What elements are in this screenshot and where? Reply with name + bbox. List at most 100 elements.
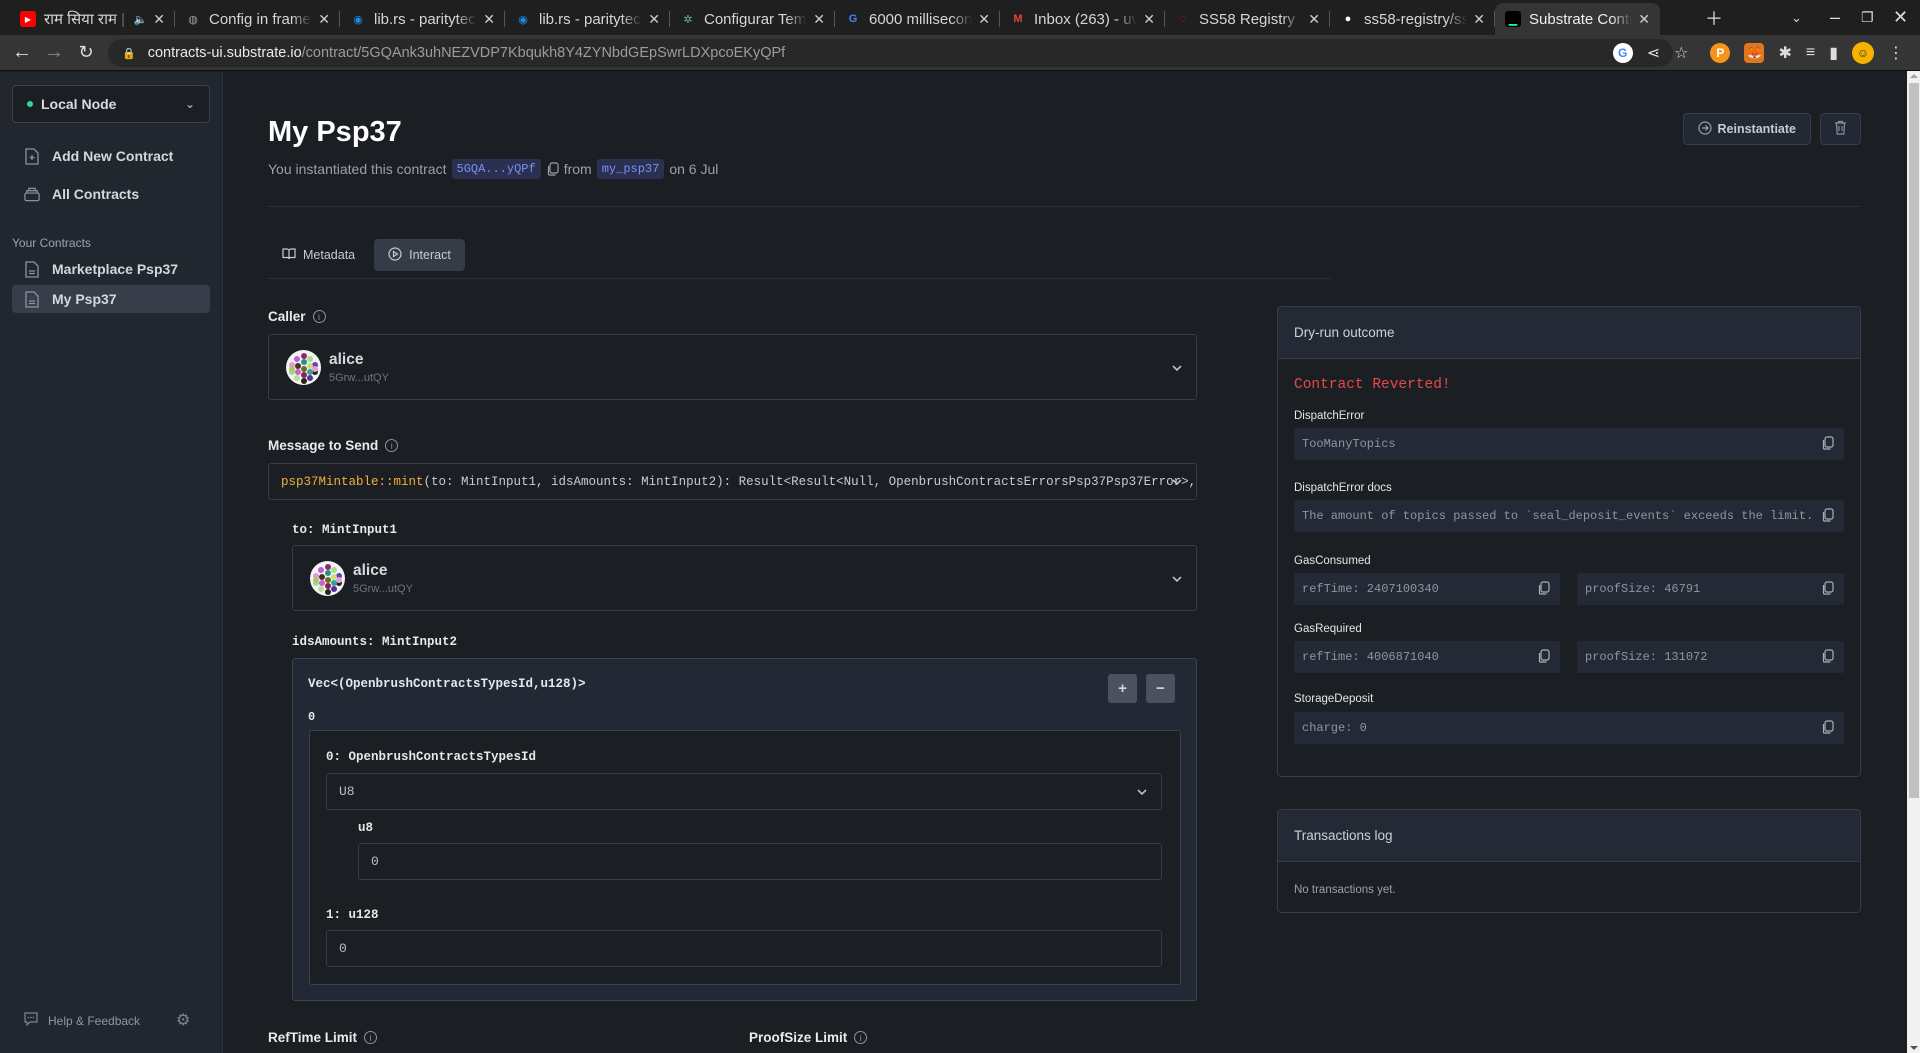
identicon-dot (307, 356, 313, 362)
bookmark-star-icon[interactable]: ☆ (1674, 43, 1688, 63)
help-feedback-link[interactable]: Help & Feedback (24, 1012, 140, 1029)
profile-avatar[interactable]: ☺ (1852, 42, 1874, 64)
close-tab-icon[interactable]: ✕ (1638, 11, 1650, 28)
identicon-dot (336, 576, 342, 583)
url-input[interactable]: 🔒 contracts-ui.substrate.io/contract/5GQ… (108, 39, 1673, 67)
variant-select[interactable]: U8 (326, 773, 1162, 810)
new-tab-button[interactable]: ＋ (1705, 0, 1723, 35)
copy-icon[interactable] (1821, 581, 1834, 599)
browser-tab[interactable]: ● ss58-registry/ss ✕ (1330, 3, 1495, 35)
browser-tab[interactable]: ◍ Config in frame ✕ (175, 3, 340, 35)
book-open-icon (282, 247, 296, 263)
sidebar: Local Node ⌄ Add New Contract All Contra… (0, 72, 223, 1053)
close-window-button[interactable]: ✕ (1893, 0, 1908, 35)
storage-deposit-label: StorageDeposit (1294, 693, 1374, 705)
metamask-icon[interactable]: 🦊 (1744, 43, 1765, 63)
browser-tab[interactable]: ◉ lib.rs - paritytec ✕ (505, 3, 670, 35)
dry-run-title: Dry-run outcome (1278, 307, 1860, 359)
info-icon[interactable]: i (854, 1031, 868, 1044)
node-status-dot (27, 101, 33, 107)
close-tab-icon[interactable]: ✕ (1143, 11, 1155, 28)
back-icon[interactable]: ← (6, 41, 38, 64)
close-tab-icon[interactable]: ✕ (1308, 11, 1320, 28)
copy-icon[interactable] (1821, 436, 1834, 454)
media-control-icon[interactable]: ≡ (1806, 44, 1815, 62)
copy-icon[interactable] (1821, 508, 1834, 526)
browser-tab[interactable]: ▁ Substrate Contr ✕ (1495, 3, 1660, 35)
polkadot-extension-icon[interactable]: P (1710, 43, 1731, 63)
info-icon[interactable]: i (312, 310, 326, 323)
message-select[interactable]: psp37Mintable::mint (to: MintInput1, idsA… (268, 463, 1197, 500)
menu-kebab-icon[interactable]: ⋮ (1888, 43, 1904, 63)
instantiation-date: on 6 Jul (669, 161, 719, 177)
dispatch-error-text: TooManyTopics (1302, 437, 1396, 451)
play-circle-icon (388, 246, 402, 264)
copy-icon[interactable] (546, 162, 559, 176)
tab-metadata[interactable]: Metadata (268, 239, 369, 271)
caller-select[interactable]: alice 5Grw...utQY (268, 334, 1197, 400)
close-tab-icon[interactable]: ✕ (318, 11, 330, 28)
contract-subtitle: You instantiated this contract 5GQA...yQ… (268, 159, 718, 179)
copy-icon[interactable] (1537, 581, 1550, 599)
copy-icon[interactable] (1537, 649, 1550, 667)
close-tab-icon[interactable]: ✕ (153, 11, 165, 28)
identicon-dot (300, 365, 307, 372)
extensions-puzzle-icon[interactable]: ✱ (1778, 43, 1791, 63)
sidebar-item-all-contracts[interactable]: All Contracts (12, 180, 210, 208)
identicon-dot (324, 576, 331, 583)
browser-tab-bar: ▶ राम सिया राम | F 🔈 ✕ ◍ Config in frame ✕ ◉ lib… (0, 0, 1920, 35)
info-icon[interactable]: i (385, 439, 399, 452)
gas-consumed-proofsize: proofSize: 46791 (1577, 573, 1844, 605)
delete-contract-button[interactable] (1820, 113, 1861, 145)
browser-tab[interactable]: ◌ SS58 Registry · F ✕ (1165, 3, 1330, 35)
browser-tab[interactable]: G 6000 millisecon ✕ (835, 3, 1000, 35)
u8-input[interactable]: 0 (358, 843, 1162, 880)
sidebar-item-add-new-contract[interactable]: Add New Contract (12, 142, 210, 170)
browser-tab[interactable]: ✲ Configurar Tem ✕ (670, 3, 835, 35)
document-icon (24, 260, 40, 278)
scroll-up-arrow[interactable] (1910, 74, 1918, 78)
dry-run-status: Contract Reverted! (1294, 377, 1451, 393)
dispatch-docs-text: The amount of topics passed to `seal_dep… (1302, 509, 1814, 523)
settings-gear-icon[interactable]: ⚙ (176, 1010, 190, 1030)
globe-icon: ◍ (188, 13, 198, 26)
close-tab-icon[interactable]: ✕ (648, 11, 660, 28)
reinstantiate-button[interactable]: Reinstantiate (1682, 113, 1811, 145)
document-icon (24, 290, 40, 308)
info-icon[interactable]: i (364, 1031, 378, 1044)
minimize-button[interactable]: – (1830, 0, 1840, 35)
close-tab-icon[interactable]: ✕ (483, 11, 495, 28)
browser-tab[interactable]: ▶ राम सिया राम | F 🔈 ✕ (10, 3, 175, 35)
page-scrollbar[interactable] (1907, 71, 1920, 1053)
scroll-down-arrow[interactable] (1910, 1046, 1918, 1050)
scroll-thumb[interactable] (1909, 83, 1919, 798)
side-panel-icon[interactable]: ▮ (1829, 43, 1838, 63)
identicon-dot (313, 576, 319, 583)
copy-icon[interactable] (1821, 649, 1834, 667)
close-tab-icon[interactable]: ✕ (813, 11, 825, 28)
gas-consumed-reftime: refTime: 2407100340 (1294, 573, 1560, 605)
sidebar-item-my-psp37[interactable]: My Psp37 (12, 285, 210, 313)
copy-icon[interactable] (1821, 720, 1834, 738)
add-item-button[interactable]: + (1108, 674, 1137, 703)
identicon-avatar (310, 560, 345, 596)
browser-tab[interactable]: ◉ lib.rs - paritytec ✕ (340, 3, 505, 35)
share-icon[interactable]: ⋖ (1647, 43, 1660, 63)
to-account-select[interactable]: alice 5Grw...utQY (292, 545, 1197, 611)
google-lens-icon[interactable]: G (1612, 43, 1633, 63)
remove-item-button[interactable]: − (1146, 674, 1175, 703)
u128-input[interactable]: 0 (326, 930, 1162, 967)
sidebar-item-marketplace-psp37[interactable]: Marketplace Psp37 (12, 255, 210, 283)
tuple1-label: 1: u128 (326, 908, 379, 922)
audio-playing-icon[interactable]: 🔈 (134, 13, 148, 26)
tab-interact[interactable]: Interact (374, 239, 465, 271)
tab-search-icon[interactable]: ⌄ (1791, 0, 1802, 35)
forward-icon[interactable]: → (38, 41, 70, 64)
browser-tab[interactable]: M Inbox (263) - uv ✕ (1000, 3, 1165, 35)
node-selector[interactable]: Local Node ⌄ (12, 85, 210, 123)
close-tab-icon[interactable]: ✕ (978, 11, 990, 28)
restore-button[interactable]: ❐ (1861, 0, 1874, 35)
reload-icon[interactable]: ↻ (70, 42, 102, 63)
close-tab-icon[interactable]: ✕ (1473, 11, 1485, 28)
reftime-limit-text: RefTime Limit (268, 1030, 358, 1045)
